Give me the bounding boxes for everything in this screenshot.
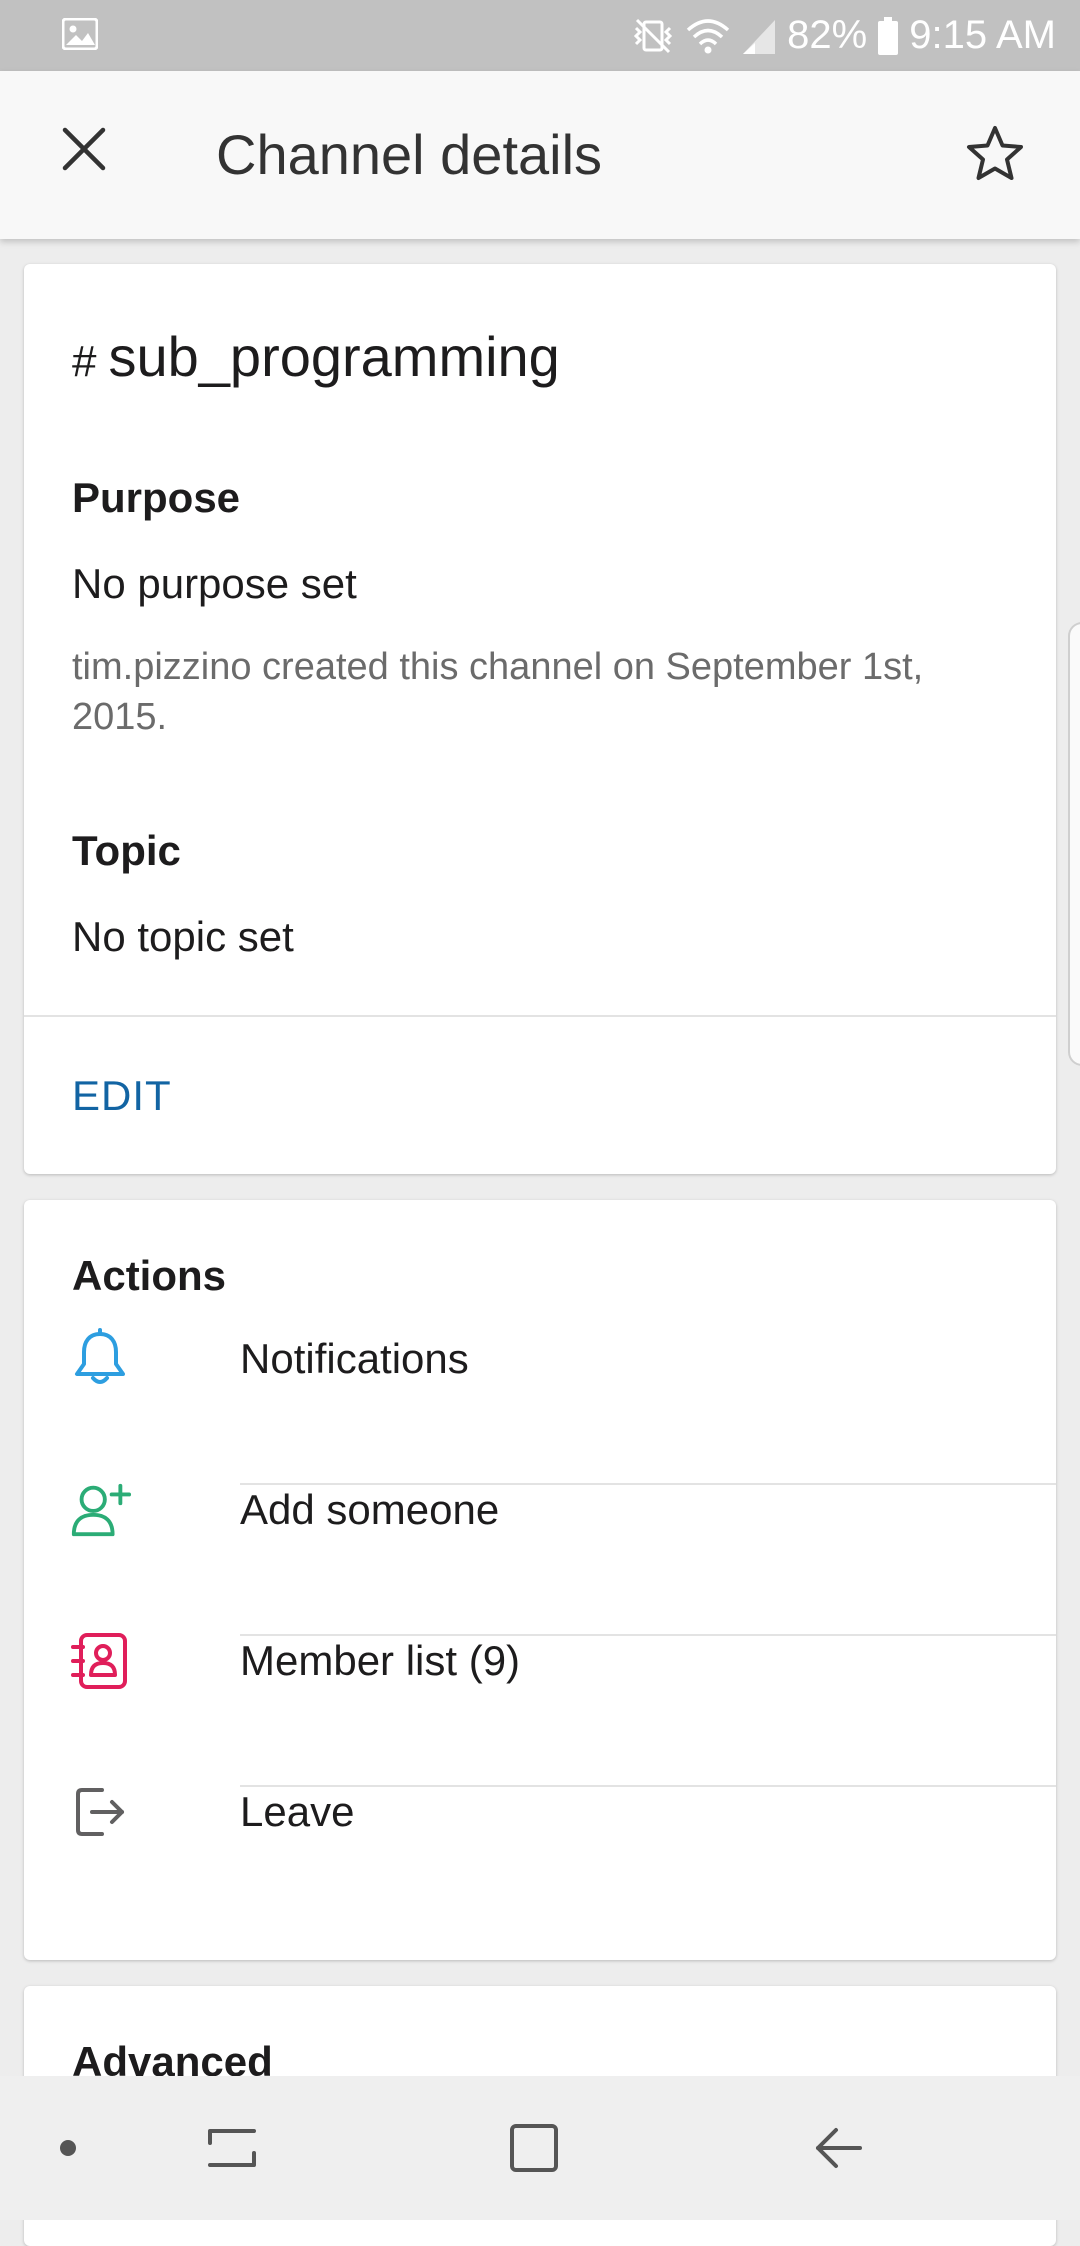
add-someone-label: Add someone	[240, 1486, 500, 1533]
add-someone-action[interactable]: Add someone	[24, 1435, 1056, 1585]
actions-card: Actions Notifications Add someone Member…	[24, 1200, 1056, 1960]
edge-panel-handle[interactable]	[1068, 622, 1080, 1066]
battery-percent: 82%	[787, 13, 868, 57]
gallery-notification-icon	[61, 17, 99, 51]
star-button[interactable]	[950, 111, 1040, 201]
bell-icon	[68, 1327, 132, 1391]
signal-icon	[741, 16, 777, 56]
hash-symbol: #	[72, 337, 97, 386]
notifications-action[interactable]: Notifications	[24, 1284, 1056, 1434]
channel-name: # sub_programming	[72, 324, 560, 389]
purpose-label: Purpose	[72, 474, 241, 521]
member-list-icon	[68, 1629, 132, 1693]
vibrate-off-icon	[631, 16, 675, 56]
app-bar: Channel details	[0, 71, 1080, 239]
wifi-icon	[685, 16, 731, 56]
channel-details-card: # sub_programming Purpose No purpose set …	[24, 264, 1056, 1174]
topic-label: Topic	[72, 827, 181, 874]
page-title: Channel details	[216, 123, 603, 186]
add-user-icon	[68, 1478, 132, 1542]
close-button[interactable]	[44, 111, 124, 191]
leave-icon	[68, 1780, 132, 1844]
leave-label: Leave	[240, 1788, 355, 1835]
battery-icon	[877, 16, 899, 56]
home-icon[interactable]	[498, 2112, 570, 2184]
notifications-label: Notifications	[240, 1335, 469, 1382]
divider	[24, 1015, 1056, 1017]
status-bar: 82% 9:15 AM	[0, 0, 1080, 71]
topic-value: No topic set	[72, 913, 294, 960]
navigation-bar	[0, 2076, 1080, 2220]
member-list-action[interactable]: Member list (9)	[24, 1586, 1056, 1736]
close-icon	[61, 126, 107, 177]
recents-icon[interactable]	[196, 2112, 268, 2184]
member-list-label: Member list (9)	[240, 1637, 521, 1684]
edit-button[interactable]: EDIT	[72, 1072, 172, 1120]
purpose-value: No purpose set	[72, 560, 357, 607]
channel-name-text: sub_programming	[108, 325, 560, 388]
back-icon[interactable]	[802, 2112, 874, 2184]
leave-action[interactable]: Leave	[24, 1737, 1056, 1887]
clock: 9:15 AM	[909, 13, 1056, 57]
channel-created-note: tim.pizzino created this channel on Sept…	[72, 646, 924, 738]
nav-dot-icon[interactable]	[32, 2112, 104, 2184]
star-icon	[964, 124, 1026, 189]
